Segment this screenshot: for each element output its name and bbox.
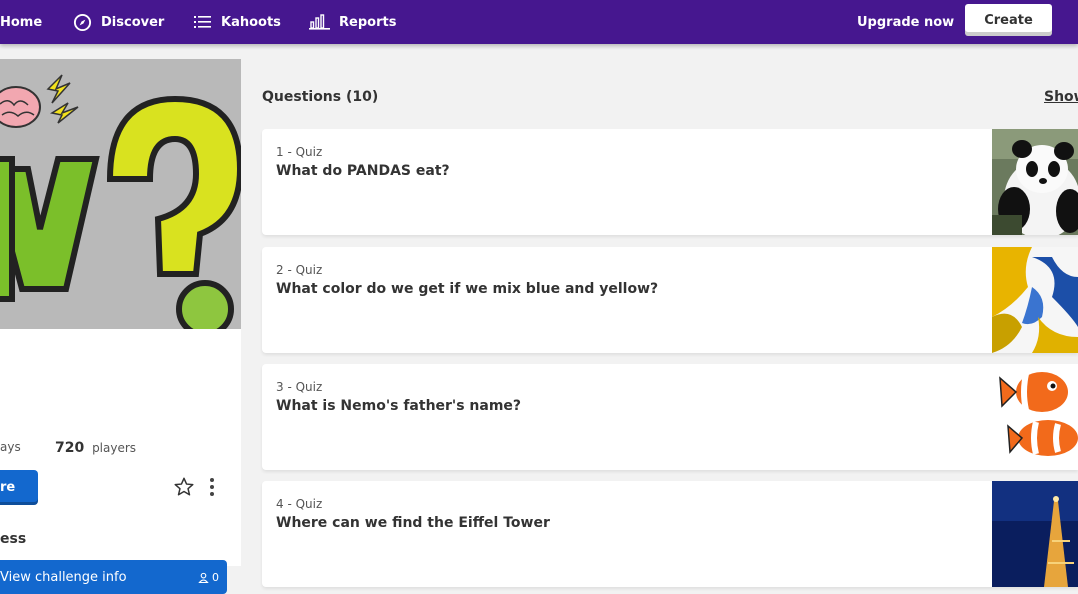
question-thumbnail-clownfish [992, 364, 1078, 470]
view-challenge-info-button[interactable]: View challenge info 0 [0, 560, 227, 594]
question-number: 2 - Quiz [276, 263, 323, 277]
question-card[interactable]: 4 - Quiz Where can we find the Eiffel To… [262, 481, 1078, 587]
list-icon [194, 16, 211, 28]
upgrade-label: Upgrade now [857, 14, 955, 30]
nav-kahoots-label: Kahoots [221, 14, 281, 30]
compass-icon [73, 13, 92, 31]
nav-home-label: Home [0, 14, 43, 30]
kahoot-cover-image [0, 59, 241, 329]
show-answers-link[interactable]: Show [1044, 89, 1078, 105]
play-button-label: re [0, 480, 16, 495]
question-thumbnail-panda [992, 129, 1078, 235]
players-stat: 720 players [55, 440, 136, 456]
play-button[interactable]: re [0, 470, 38, 505]
question-thumbnail-eiffel [992, 481, 1078, 587]
more-options-icon[interactable] [208, 477, 216, 501]
nav-kahoots[interactable]: Kahoots [194, 0, 281, 44]
nav-home[interactable]: Home [0, 0, 42, 44]
question-number: 4 - Quiz [276, 497, 323, 511]
players-value: 720 [55, 440, 85, 456]
question-text: Where can we find the Eiffel Tower [276, 515, 550, 531]
challenge-button-label: View challenge info [0, 569, 127, 585]
person-icon [198, 572, 209, 583]
questions-heading: Questions (10) [262, 89, 379, 105]
section-label: ess [0, 531, 27, 547]
plays-stat: ays [0, 440, 21, 454]
create-label: Create [984, 12, 1033, 28]
upgrade-now-link[interactable]: Upgrade now [857, 0, 954, 44]
favorite-star-icon[interactable] [173, 476, 195, 502]
question-number: 1 - Quiz [276, 145, 323, 159]
question-text: What do PANDAS eat? [276, 163, 450, 179]
kahoot-details-panel: ays 720 players re ess View challenge in… [0, 59, 241, 594]
question-card[interactable]: 2 - Quiz What color do we get if we mix … [262, 247, 1078, 353]
create-button[interactable]: Create [965, 4, 1052, 36]
question-number: 3 - Quiz [276, 380, 323, 394]
plays-label: ays [0, 440, 21, 454]
question-card[interactable]: 1 - Quiz What do PANDAS eat? [262, 129, 1078, 235]
challenge-count-value: 0 [212, 570, 219, 584]
challenge-player-count: 0 [198, 560, 219, 594]
question-text: What color do we get if we mix blue and … [276, 281, 659, 297]
bar-chart-icon [309, 14, 330, 30]
question-text: What is Nemo's father's name? [276, 398, 522, 414]
question-thumbnail-paint [992, 247, 1078, 353]
nav-discover[interactable]: Discover [73, 0, 164, 44]
players-label: players [92, 441, 137, 455]
nav-reports-label: Reports [339, 14, 397, 30]
nav-discover-label: Discover [101, 14, 165, 30]
question-card[interactable]: 3 - Quiz What is Nemo's father's name? [262, 364, 1078, 470]
top-nav: Home Discover Kahoots Reports Upgrade no… [0, 0, 1078, 44]
nav-reports[interactable]: Reports [309, 0, 396, 44]
